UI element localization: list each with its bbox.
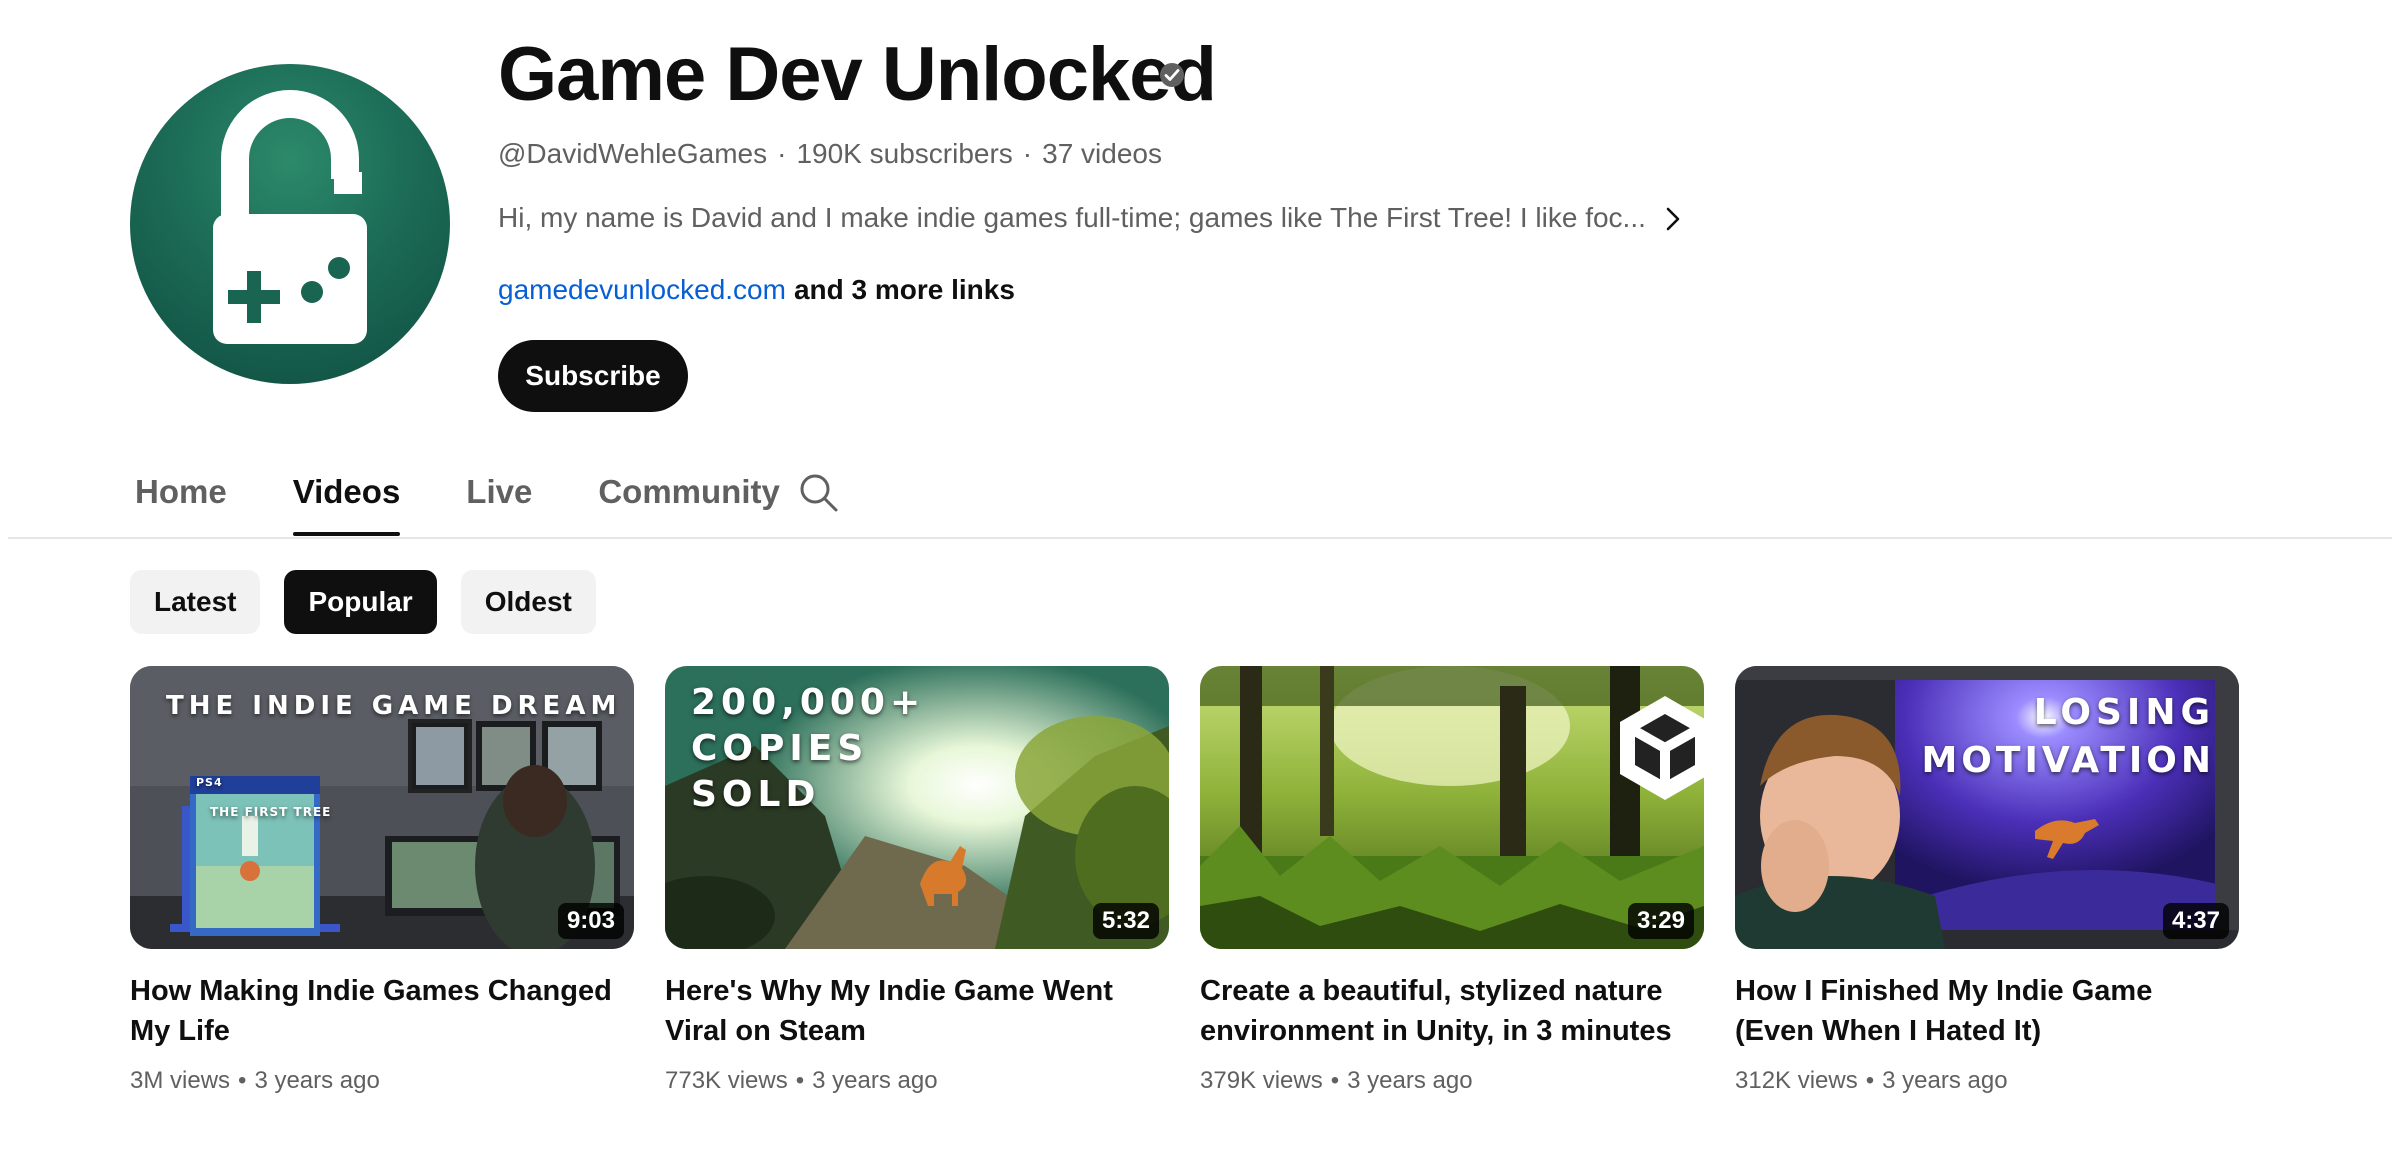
video-meta: 773K views • 3 years ago	[665, 1065, 1169, 1097]
separator-dot: ·	[777, 138, 787, 169]
unlocked-gamepad-icon	[213, 90, 367, 344]
channel-handle: @DavidWehleGames	[498, 138, 768, 169]
separator-dot: •	[1330, 1067, 1340, 1094]
channel-avatar[interactable]	[130, 64, 450, 384]
sort-chips: Latest Popular Oldest	[130, 570, 596, 634]
video-views: 773K views	[665, 1067, 788, 1094]
video-title[interactable]: Create a beautiful, stylized nature envi…	[1200, 971, 1690, 1051]
video-meta: 3M views • 3 years ago	[130, 1065, 634, 1097]
video-duration: 9:03	[557, 903, 624, 939]
subscriber-count: 190K subscribers	[796, 138, 1013, 169]
video-title[interactable]: How Making Indie Games Changed My Life	[130, 971, 620, 1051]
video-count: 37 videos	[1042, 138, 1162, 169]
channel-name: Game Dev Unlocked	[498, 32, 1217, 117]
separator-dot: •	[238, 1067, 247, 1094]
tabs-divider	[8, 537, 2392, 539]
video-age: 3 years ago	[1347, 1067, 1473, 1094]
video-title[interactable]: Here's Why My Indie Game Went Viral on S…	[665, 971, 1155, 1051]
subscribe-button[interactable]: Subscribe	[498, 340, 688, 412]
chip-oldest[interactable]: Oldest	[460, 570, 596, 634]
video-card[interactable]: 200,000+ COPIES SOLD 5:32 Here's Why My …	[665, 666, 1169, 1097]
channel-meta: @DavidWehleGames · 190K subscribers · 37 vid…	[498, 136, 1162, 172]
chip-latest[interactable]: Latest	[130, 570, 261, 634]
separator-dot: ·	[1022, 138, 1033, 169]
video-card[interactable]: 3:29 Create a beautiful, stylized nature…	[1200, 666, 1704, 1097]
tab-live[interactable]: Live	[466, 460, 532, 538]
video-card[interactable]: LOSING MOTIVATION 4:37 How I Finished My…	[1735, 666, 2239, 1097]
thumbnail-line-2: MOTIVATION	[1921, 740, 2215, 781]
video-age: 3 years ago	[254, 1067, 380, 1094]
tab-home[interactable]: Home	[135, 460, 227, 538]
chip-popular[interactable]: Popular	[284, 570, 437, 634]
video-meta: 379K views • 3 years ago	[1200, 1065, 1704, 1097]
video-thumbnail[interactable]: 3:29	[1200, 666, 1704, 949]
thumbnail-title-text: THE INDIE GAME DREAM	[166, 691, 622, 721]
separator-dot: •	[1865, 1067, 1875, 1094]
tab-community[interactable]: Community	[598, 460, 780, 538]
channel-tabs: Home Videos Live Community	[135, 460, 846, 538]
video-age: 3 years ago	[812, 1067, 938, 1094]
more-links-button[interactable]: and 3 more links	[794, 274, 1015, 305]
video-card[interactable]: THE INDIE GAME DREAM PS4 THE FIRST TREE …	[130, 666, 634, 1097]
video-views: 312K views	[1735, 1067, 1858, 1094]
verified-check-icon	[1160, 63, 1184, 87]
video-thumbnail[interactable]: 200,000+ COPIES SOLD 5:32	[665, 666, 1169, 949]
video-duration: 5:32	[1092, 903, 1159, 939]
video-duration: 3:29	[1627, 903, 1694, 939]
channel-description[interactable]: Hi, my name is David and I make indie ga…	[498, 200, 1646, 236]
video-thumbnail[interactable]: THE INDIE GAME DREAM PS4 THE FIRST TREE …	[130, 666, 634, 949]
thumbnail-line-1: LOSING	[2033, 692, 2215, 733]
video-views: 379K views	[1200, 1067, 1323, 1094]
channel-links: gamedevunlocked.com and 3 more links	[498, 272, 1015, 308]
separator-dot: •	[795, 1067, 805, 1094]
thumbnail-line-1: 200,000+	[691, 682, 926, 723]
search-icon[interactable]	[796, 470, 840, 514]
video-meta: 312K views • 3 years ago	[1735, 1065, 2239, 1097]
video-duration: 4:37	[2162, 903, 2229, 939]
thumbnail-line-3: SOLD	[691, 774, 821, 815]
video-thumbnail[interactable]: LOSING MOTIVATION 4:37	[1735, 666, 2239, 949]
chevron-right-icon[interactable]	[1658, 204, 1688, 234]
video-age: 3 years ago	[1882, 1067, 2008, 1094]
thumbnail-ps4-label: PS4	[196, 776, 223, 789]
video-title[interactable]: How I Finished My Indie Game (Even When …	[1735, 971, 2225, 1051]
video-views: 3M views	[130, 1067, 231, 1094]
tab-videos[interactable]: Videos	[292, 460, 400, 538]
thumbnail-line-2: COPIES	[691, 728, 869, 769]
thumbnail-game-title: THE FIRST TREE	[210, 805, 332, 819]
channel-link[interactable]: gamedevunlocked.com	[498, 274, 786, 305]
